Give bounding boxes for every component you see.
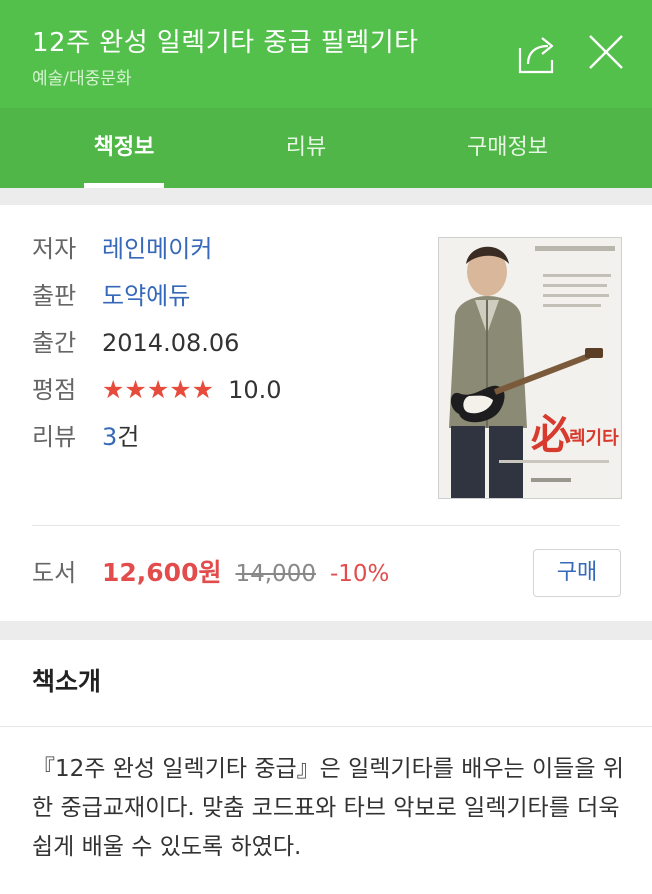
buy-button[interactable]: 구매 [533,549,621,597]
publisher-row: 출판 도약에듀 [32,276,190,316]
publish-date: 2014.08.06 [102,329,240,357]
intro-heading: 책소개 [32,667,102,696]
share-icon [518,37,554,74]
review-unit: 건 [117,423,140,451]
book-intro-card: 책소개 『12주 완성 일렉기타 중급』은 일렉기타를 배우는 이들을 위한 중… [0,640,652,894]
review-label: 리뷰 [32,423,77,451]
publisher-label: 출판 [32,282,77,310]
author-row: 저자 레인메이커 [32,229,212,269]
tab-bar: 책정보 리뷰 구매정보 [0,108,652,188]
rating-row: 평점 ★★★★★ 10.0 [32,370,282,410]
section-divider [32,525,620,526]
sale-price: 12,600원 [102,558,222,587]
close-button[interactable] [584,30,628,74]
close-icon [589,35,623,69]
share-button[interactable] [512,30,560,78]
date-row: 출간 2014.08.06 [32,323,239,363]
format-label: 도서 [32,559,77,587]
tab-book-info[interactable]: 책정보 [84,108,164,188]
review-row: 리뷰 3건 [32,417,139,457]
intro-text: 『12주 완성 일렉기타 중급』은 일렉기타를 배우는 이들을 위한 중급교재이… [32,756,624,860]
svg-text:렉기타!: 렉기타! [569,428,622,449]
book-cover-image[interactable]: 必 렉기타! [438,237,622,499]
book-info-card: 저자 레인메이커 출판 도약에듀 출간 2014.08.06 평점 ★★★★★ 10.0 … [0,205,652,621]
book-category: 예술/대중문화 [32,69,132,89]
discount-rate: -10% [329,561,390,587]
price-row: 도서 12,600원 14,000 -10% [32,551,389,595]
tab-reviews[interactable]: 리뷰 [276,108,336,188]
tab-purchase-info[interactable]: 구매정보 [455,108,560,188]
original-price: 14,000 [235,561,316,587]
rating-stars: ★★★★★ [102,375,215,404]
rating-value: 10.0 [228,376,282,404]
app-header: 12주 완성 일렉기타 중급 필렉기타 예술/대중문화 책정보 리뷰 구매정보 [0,0,652,188]
intro-divider [0,726,652,727]
svg-text:必: 必 [531,411,571,458]
author-label: 저자 [32,235,77,263]
publisher-link[interactable]: 도약에듀 [102,282,190,310]
review-count-link[interactable]: 3 [102,423,117,451]
author-link[interactable]: 레인메이커 [102,235,212,263]
date-label: 출간 [32,329,77,357]
book-title: 12주 완성 일렉기타 중급 필렉기타 [32,28,419,58]
rating-label: 평점 [32,376,77,404]
